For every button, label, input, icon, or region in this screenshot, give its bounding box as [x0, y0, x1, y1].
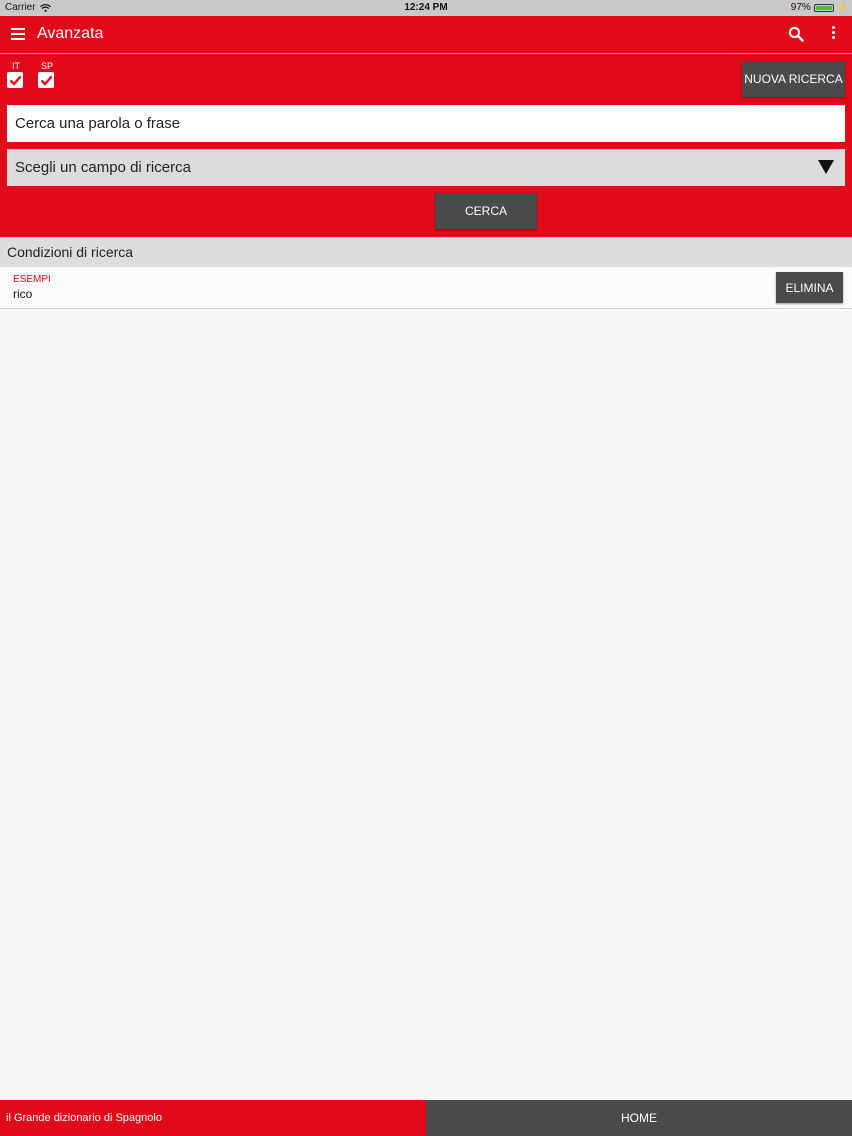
search-input[interactable] [7, 105, 845, 142]
app-bar: Avanzata [0, 16, 852, 53]
checkbox-it[interactable] [7, 72, 23, 88]
clock: 12:24 PM [404, 2, 448, 13]
search-button[interactable]: CERCA [435, 193, 537, 229]
delete-condition-button[interactable]: ELIMINA [776, 272, 843, 303]
more-vert-icon[interactable] [826, 26, 840, 42]
new-search-button[interactable]: NUOVA RICERCA [742, 61, 845, 97]
dropdown-arrow-icon [818, 160, 834, 174]
battery-level [815, 5, 832, 10]
condition-row: ESEMPI rico ELIMINA [0, 267, 852, 309]
battery-icon [813, 3, 834, 12]
search-field-select-value: Scegli un campo di ricerca [15, 159, 191, 176]
status-right: 97% ⚡ [791, 2, 848, 13]
lang-toggle-sp[interactable]: SP [38, 61, 56, 88]
menu-icon[interactable] [11, 28, 25, 40]
header-divider [0, 53, 852, 54]
conditions-header: Condizioni di ricerca [0, 237, 852, 267]
checkmark-icon [9, 75, 21, 86]
condition-type: ESEMPI [13, 274, 51, 285]
page-title: Avanzata [37, 25, 104, 42]
lang-label-sp: SP [40, 61, 53, 71]
header: Avanzata IT SP NUOVA RICERCA Scegli un c… [0, 16, 852, 237]
home-button[interactable]: HOME [426, 1100, 852, 1136]
condition-value: rico [13, 287, 33, 301]
search-field-select[interactable]: Scegli un campo di ricerca [7, 149, 845, 186]
footer-app-name: il Grande dizionario di Spagnolo [0, 1100, 426, 1136]
lang-label-it: IT [12, 61, 20, 71]
battery-percent: 97% [790, 2, 811, 13]
status-bar: Carrier 12:24 PM 97% ⚡ [0, 0, 852, 16]
checkbox-sp[interactable] [38, 72, 54, 88]
search-icon[interactable] [788, 26, 804, 42]
checkmark-icon [40, 75, 52, 86]
charging-icon: ⚡ [836, 2, 848, 12]
lang-toggle-it[interactable]: IT [7, 61, 25, 88]
